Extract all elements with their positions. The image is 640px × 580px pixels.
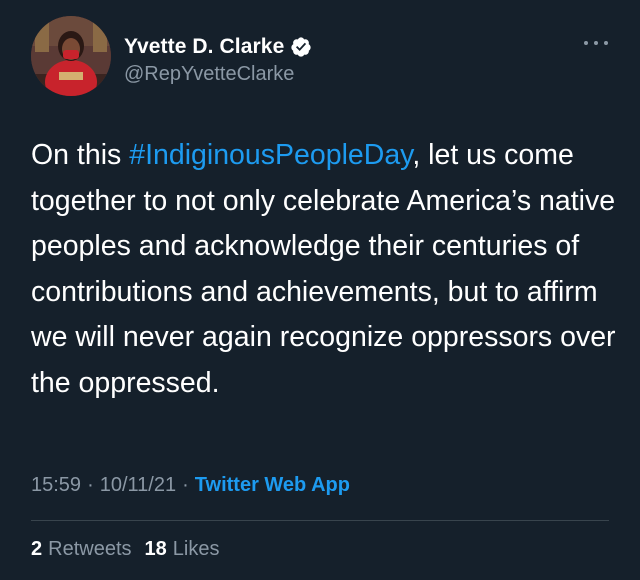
more-options-icon[interactable] xyxy=(584,36,608,50)
tweet-card: Yvette D. Clarke @RepYvetteClarke On thi… xyxy=(0,0,640,580)
meta-separator: · xyxy=(87,474,94,496)
tweet-text-after: , let us come together to not only celeb… xyxy=(31,139,616,399)
tweet-meta: 15:59 · 10/11/21 · Twitter Web App xyxy=(31,474,350,497)
retweets-label: Retweets xyxy=(48,538,132,560)
author-handle[interactable]: @RepYvetteClarke xyxy=(124,63,294,86)
meta-separator: · xyxy=(182,474,189,496)
tweet-text-before: On this xyxy=(31,139,130,171)
likes-stat[interactable]: 18 Likes xyxy=(145,538,220,561)
tweet-source-link[interactable]: Twitter Web App xyxy=(195,474,350,497)
tweet-text: On this #IndiginousPeopleDay, let us com… xyxy=(31,133,621,407)
likes-label: Likes xyxy=(172,538,220,560)
divider xyxy=(31,520,609,521)
author-display-name[interactable]: Yvette D. Clarke xyxy=(124,35,284,59)
tweet-stats: 2 Retweets 18 Likes xyxy=(31,538,232,561)
hashtag-link[interactable]: #IndiginousPeopleDay xyxy=(129,139,412,171)
retweets-stat[interactable]: 2 Retweets xyxy=(31,538,132,561)
tweet-time[interactable]: 15:59 xyxy=(31,474,81,497)
more-dot xyxy=(604,41,608,45)
tweet-date[interactable]: 10/11/21 xyxy=(100,474,176,497)
avatar[interactable] xyxy=(31,16,111,96)
retweets-count: 2 xyxy=(31,538,43,560)
likes-count: 18 xyxy=(144,538,167,560)
avatar-image xyxy=(31,16,111,96)
more-dot xyxy=(584,41,588,45)
verified-badge-icon xyxy=(290,36,312,58)
author-name-row: Yvette D. Clarke xyxy=(124,33,312,61)
more-dot xyxy=(594,41,598,45)
